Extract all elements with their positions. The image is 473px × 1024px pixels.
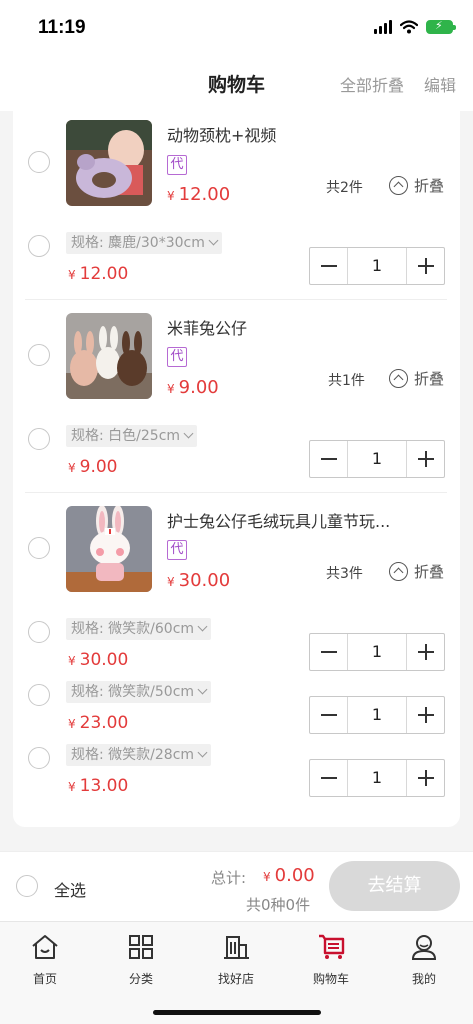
tab-category[interactable]: 分类: [111, 932, 171, 987]
quantity-input[interactable]: 1: [348, 441, 406, 477]
quantity-stepper: 1: [309, 440, 445, 478]
quantity-input[interactable]: 1: [348, 697, 406, 733]
store-icon: [224, 936, 249, 959]
proxy-badge: 代: [167, 155, 187, 175]
product-image[interactable]: [66, 506, 152, 592]
checkout-button[interactable]: 去结算: [329, 861, 460, 911]
increment-button[interactable]: [406, 634, 444, 670]
chevron-down-icon: [197, 684, 208, 695]
chevron-down-icon: [183, 428, 194, 439]
quantity-input[interactable]: 1: [348, 760, 406, 796]
sku-checkbox[interactable]: [28, 428, 50, 450]
home-icon: [32, 935, 58, 959]
quantity-stepper: 1: [309, 759, 445, 797]
decrement-button[interactable]: [310, 248, 348, 284]
chevron-up-icon: [389, 562, 408, 581]
sku-price: ¥23.00: [68, 713, 129, 733]
product-checkbox[interactable]: [28, 151, 50, 173]
tab-stores[interactable]: 找好店: [206, 932, 266, 987]
tab-home[interactable]: 首页: [15, 932, 75, 987]
fold-all-button[interactable]: 全部折叠: [340, 72, 404, 96]
checkout-bar: 全选 总计: ¥0.00 共0种0件 去结算: [0, 851, 473, 921]
decrement-button[interactable]: [310, 441, 348, 477]
edit-button[interactable]: 编辑: [424, 72, 456, 96]
fold-toggle[interactable]: 折叠: [389, 175, 444, 196]
product-checkbox[interactable]: [28, 537, 50, 559]
product-image[interactable]: [66, 313, 152, 399]
total-value: ¥0.00: [263, 865, 315, 886]
user-icon: [411, 935, 437, 960]
grid-icon: [129, 935, 153, 959]
increment-button[interactable]: [406, 441, 444, 477]
sku-spec-selector[interactable]: 规格: 微笑款/50cm: [66, 681, 212, 703]
sku-spec-selector[interactable]: 规格: 白色/25cm: [66, 425, 198, 447]
sku-checkbox[interactable]: [28, 621, 50, 643]
chevron-down-icon: [197, 747, 208, 758]
quantity-input[interactable]: 1: [348, 634, 406, 670]
select-all-checkbox[interactable]: [16, 875, 38, 897]
increment-button[interactable]: [406, 248, 444, 284]
home-indicator: [153, 1010, 321, 1015]
item-count: 共1件: [328, 373, 365, 389]
sku-checkbox[interactable]: [28, 684, 50, 706]
select-all-label[interactable]: 全选: [54, 877, 86, 901]
product-checkbox[interactable]: [28, 344, 50, 366]
sku-spec-selector[interactable]: 规格: 麋鹿/30*30cm: [66, 232, 222, 254]
sku-checkbox[interactable]: [28, 235, 50, 257]
sku-price: ¥30.00: [68, 650, 129, 670]
item-count: 共3件: [326, 566, 363, 582]
product-price: ¥30.00: [167, 570, 231, 591]
item-count: 共2件: [326, 180, 363, 196]
chevron-up-icon: [389, 176, 408, 195]
sku-spec-selector[interactable]: 规格: 微笑款/60cm: [66, 618, 212, 640]
sku-price: ¥13.00: [68, 776, 129, 796]
cart-icon: [319, 934, 345, 959]
increment-button[interactable]: [406, 697, 444, 733]
decrement-button[interactable]: [310, 760, 348, 796]
total-label: 总计:: [211, 869, 247, 887]
cart-list: 动物颈枕+视频 代 ¥12.00 共2件 折叠 规格: 麋鹿/30*30cm ¥…: [13, 111, 460, 827]
sku-price: ¥12.00: [68, 264, 129, 284]
product-name[interactable]: 动物颈枕+视频: [167, 122, 276, 146]
status-time: 11:19: [38, 17, 86, 38]
fold-toggle[interactable]: 折叠: [389, 368, 444, 389]
sku-price: ¥9.00: [68, 457, 118, 477]
battery-icon: ⚡: [426, 19, 456, 34]
divider: [25, 299, 447, 300]
proxy-badge: 代: [167, 347, 187, 367]
tab-bar: 首页 分类 找好店 购物车 我的: [0, 921, 473, 1024]
increment-button[interactable]: [406, 760, 444, 796]
wifi-icon: [400, 20, 418, 34]
status-icons: ⚡: [374, 19, 456, 34]
sku-spec-selector[interactable]: 规格: 微笑款/28cm: [66, 744, 212, 766]
quantity-input[interactable]: 1: [348, 248, 406, 284]
tab-profile[interactable]: 我的: [394, 932, 454, 987]
nav-bar: 购物车 全部折叠 编辑: [0, 55, 473, 111]
product-price: ¥9.00: [167, 377, 219, 398]
tab-cart[interactable]: 购物车: [301, 932, 361, 987]
decrement-button[interactable]: [310, 697, 348, 733]
quantity-stepper: 1: [309, 696, 445, 734]
fold-toggle[interactable]: 折叠: [389, 561, 444, 582]
chevron-up-icon: [389, 369, 408, 388]
chevron-down-icon: [208, 235, 219, 246]
proxy-badge: 代: [167, 540, 187, 560]
signal-icon: [374, 20, 392, 34]
product-image[interactable]: [66, 120, 152, 206]
quantity-stepper: 1: [309, 247, 445, 285]
quantity-stepper: 1: [309, 633, 445, 671]
product-price: ¥12.00: [167, 184, 231, 205]
chevron-down-icon: [197, 621, 208, 632]
divider: [25, 492, 447, 493]
status-bar: 11:19 ⚡: [0, 0, 473, 55]
decrement-button[interactable]: [310, 634, 348, 670]
product-name[interactable]: 护士兔公仔毛绒玩具儿童节玩...: [167, 508, 427, 532]
product-name[interactable]: 米菲兔公仔: [167, 315, 247, 339]
selection-summary: 共0种0件: [246, 896, 311, 914]
sku-checkbox[interactable]: [28, 747, 50, 769]
